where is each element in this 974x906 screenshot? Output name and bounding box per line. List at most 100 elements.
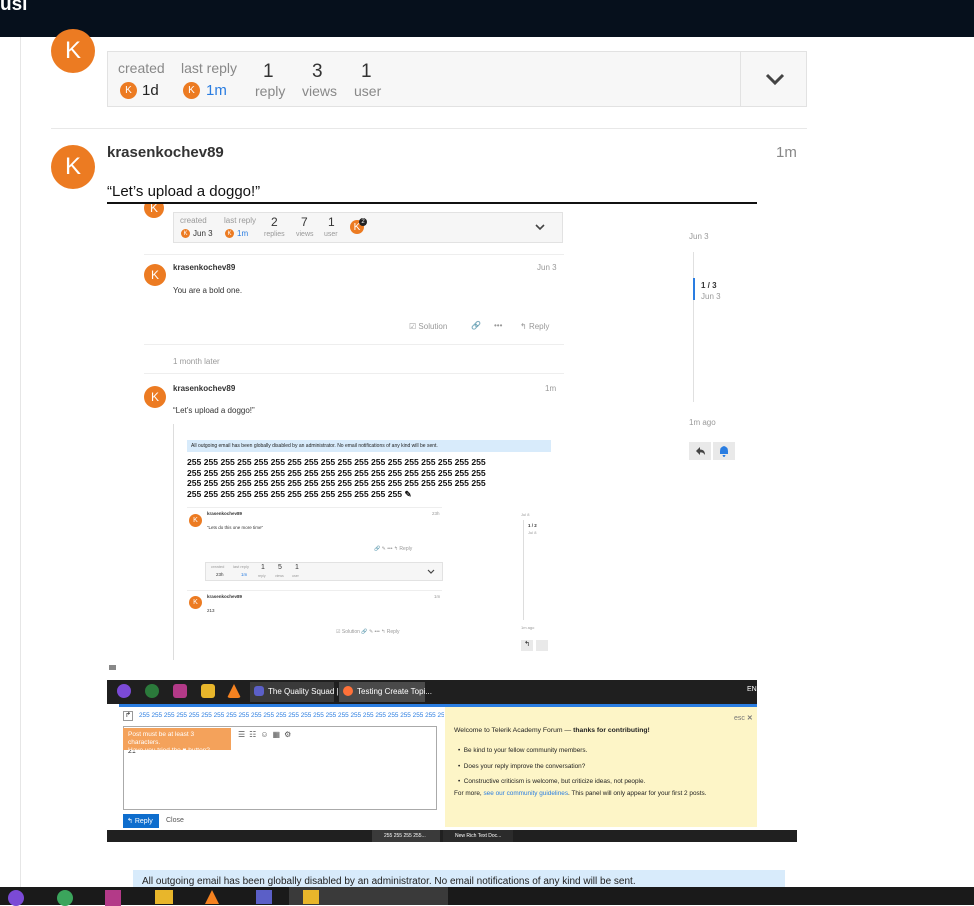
numbers-line: 255 255 255 255 255 255 255 255 255 255 … (187, 478, 486, 488)
post-username[interactable]: krasenkochev89 (107, 144, 224, 161)
post-time: 1m (545, 384, 557, 393)
last-reply-value[interactable]: 1m (206, 82, 227, 99)
users-count: 1 (328, 215, 335, 229)
time-gap-label: 1 month later (173, 357, 220, 366)
post-avatar[interactable]: K (51, 145, 95, 189)
inner-post-actions: 🔗 ✎ ••• ↰ Reply (374, 546, 413, 552)
timeline-reply-button (689, 442, 711, 460)
timeline-bottom: 1m ago (689, 418, 716, 427)
taskbar-app: New Rich Text Doc... (443, 830, 513, 842)
editor-toolbar: ☰☷☺▦⚙ (238, 730, 296, 739)
post-username: krasenkochev89 (173, 263, 236, 272)
avatar-letter: K (64, 153, 81, 180)
close-icon: ✕ (746, 715, 753, 722)
numbers-block: 255 255 255 255 255 255 255 255 255 255 … (187, 457, 486, 499)
avatar[interactable]: K (120, 82, 137, 99)
avatar: K (181, 229, 190, 238)
education-item-text: Be kind to your fellow community members… (463, 747, 588, 754)
reply-label: Reply (386, 629, 400, 635)
users-label: user (324, 231, 338, 238)
post-date: Jun 3 (537, 263, 557, 272)
inner-post-time: 1m (434, 594, 441, 599)
post-body: “Let’s upload a doggo!” (107, 183, 261, 200)
timeline-top-date: Jun 3 (689, 232, 709, 241)
education-list: • Be kind to your fellow community membe… (458, 743, 645, 790)
users-count: 1 (295, 564, 299, 571)
avatar[interactable]: K (183, 82, 200, 99)
replies-count: 1 (263, 61, 274, 82)
taskbar: The Quality Squad |... Testing Create To… (107, 680, 757, 704)
timeline-handle (693, 278, 695, 300)
inner-post-actions: ☑ Solution 🔗 ✎ ••• ↰ Reply (336, 629, 400, 635)
solution-label: Solution (418, 322, 448, 331)
close-button: Close (166, 817, 184, 824)
views-label: views (275, 574, 284, 578)
inner-post-username: krasenkochev89 (207, 511, 243, 516)
teams-icon[interactable] (256, 890, 272, 904)
timeline-counter: 1 / 3 (701, 281, 717, 290)
reply-button: ↰ Reply (520, 322, 550, 331)
expand-topic-map-button[interactable] (740, 51, 808, 107)
created-value: 23h (216, 572, 224, 577)
divider (144, 344, 564, 345)
avatar: K (225, 229, 234, 238)
vlc-icon (227, 684, 241, 698)
ide-icon (173, 684, 187, 698)
views-label: views (302, 83, 338, 99)
education-item: • Constructive criticism is welcome, but… (458, 778, 646, 786)
folder-icon[interactable] (155, 890, 173, 904)
app-icon (303, 890, 319, 904)
pencil-icon: ✎ (404, 488, 412, 499)
vlc-icon[interactable] (205, 890, 219, 904)
users-label: user (292, 574, 299, 578)
folder-icon (201, 684, 215, 698)
inner-timeline-bottom: 1m ago (521, 625, 535, 630)
embedded-screenshot: K created last reply K Jun 3 K 1m 2 repl… (107, 204, 757, 680)
bell-icon (720, 446, 728, 457)
chevron-down-icon (765, 73, 785, 86)
post-time[interactable]: 1m (776, 144, 797, 161)
replies-count: 1 (261, 564, 265, 571)
education-item: • Be kind to your fellow community membe… (458, 747, 588, 754)
bell-icon (536, 640, 548, 651)
last-reply-label: last reply (224, 216, 257, 225)
solution-button: ☑ Solution (409, 322, 448, 331)
ide-icon[interactable] (105, 890, 121, 906)
inner-post-body: 213 (207, 608, 215, 613)
divider (187, 507, 442, 508)
replies-label: reply (258, 574, 266, 578)
avatar: K (144, 204, 164, 218)
left-rail (20, 37, 21, 887)
avatar-letter: K (64, 37, 81, 64)
inner-timeline-counter: 1 / 2 (528, 523, 537, 528)
created-label: created (118, 60, 165, 76)
quote-border (173, 424, 174, 660)
created-label: created (211, 564, 225, 569)
esc-label: esc (734, 715, 745, 722)
tooltip-line: Have you tried the ♥ button? (128, 747, 210, 754)
education-item-text: Does your reply improve the conversation… (463, 762, 586, 770)
user-count-badge: 2 (359, 218, 367, 226)
viber-icon[interactable] (8, 890, 24, 906)
firefox-icon (343, 686, 353, 696)
inner-timeline-counter-date: Jul 8 (528, 530, 537, 535)
avatar: K (189, 596, 202, 609)
site-header: usi (0, 0, 974, 37)
education-item-text: Constructive criticism is welcome, but c… (463, 778, 646, 786)
scroll-thumb (109, 665, 116, 670)
last-reply-label: last reply (181, 60, 238, 76)
validation-tooltip: Post must be at least 3 characters. Have… (123, 728, 231, 754)
reply-icon (696, 447, 705, 455)
viber-icon (117, 684, 131, 698)
inner-timeline-track (523, 520, 524, 620)
numbers-line: 255 255 255 255 255 255 255 255 255 255 … (187, 488, 403, 499)
chevron-down-icon (427, 569, 435, 574)
app-icon[interactable] (57, 890, 73, 906)
inner-post-username: krasenkochev89 (207, 594, 243, 599)
link-icon: 🔗 (471, 321, 481, 330)
site-title[interactable]: usi (0, 0, 27, 16)
avatar[interactable]: K (51, 29, 95, 73)
reply-to-icon: ↱ (123, 711, 133, 721)
inner-post-time: 23h (432, 511, 440, 516)
reply-title-preview: 255 255 255 255 255 255 255 255 255 255 … (139, 712, 444, 719)
